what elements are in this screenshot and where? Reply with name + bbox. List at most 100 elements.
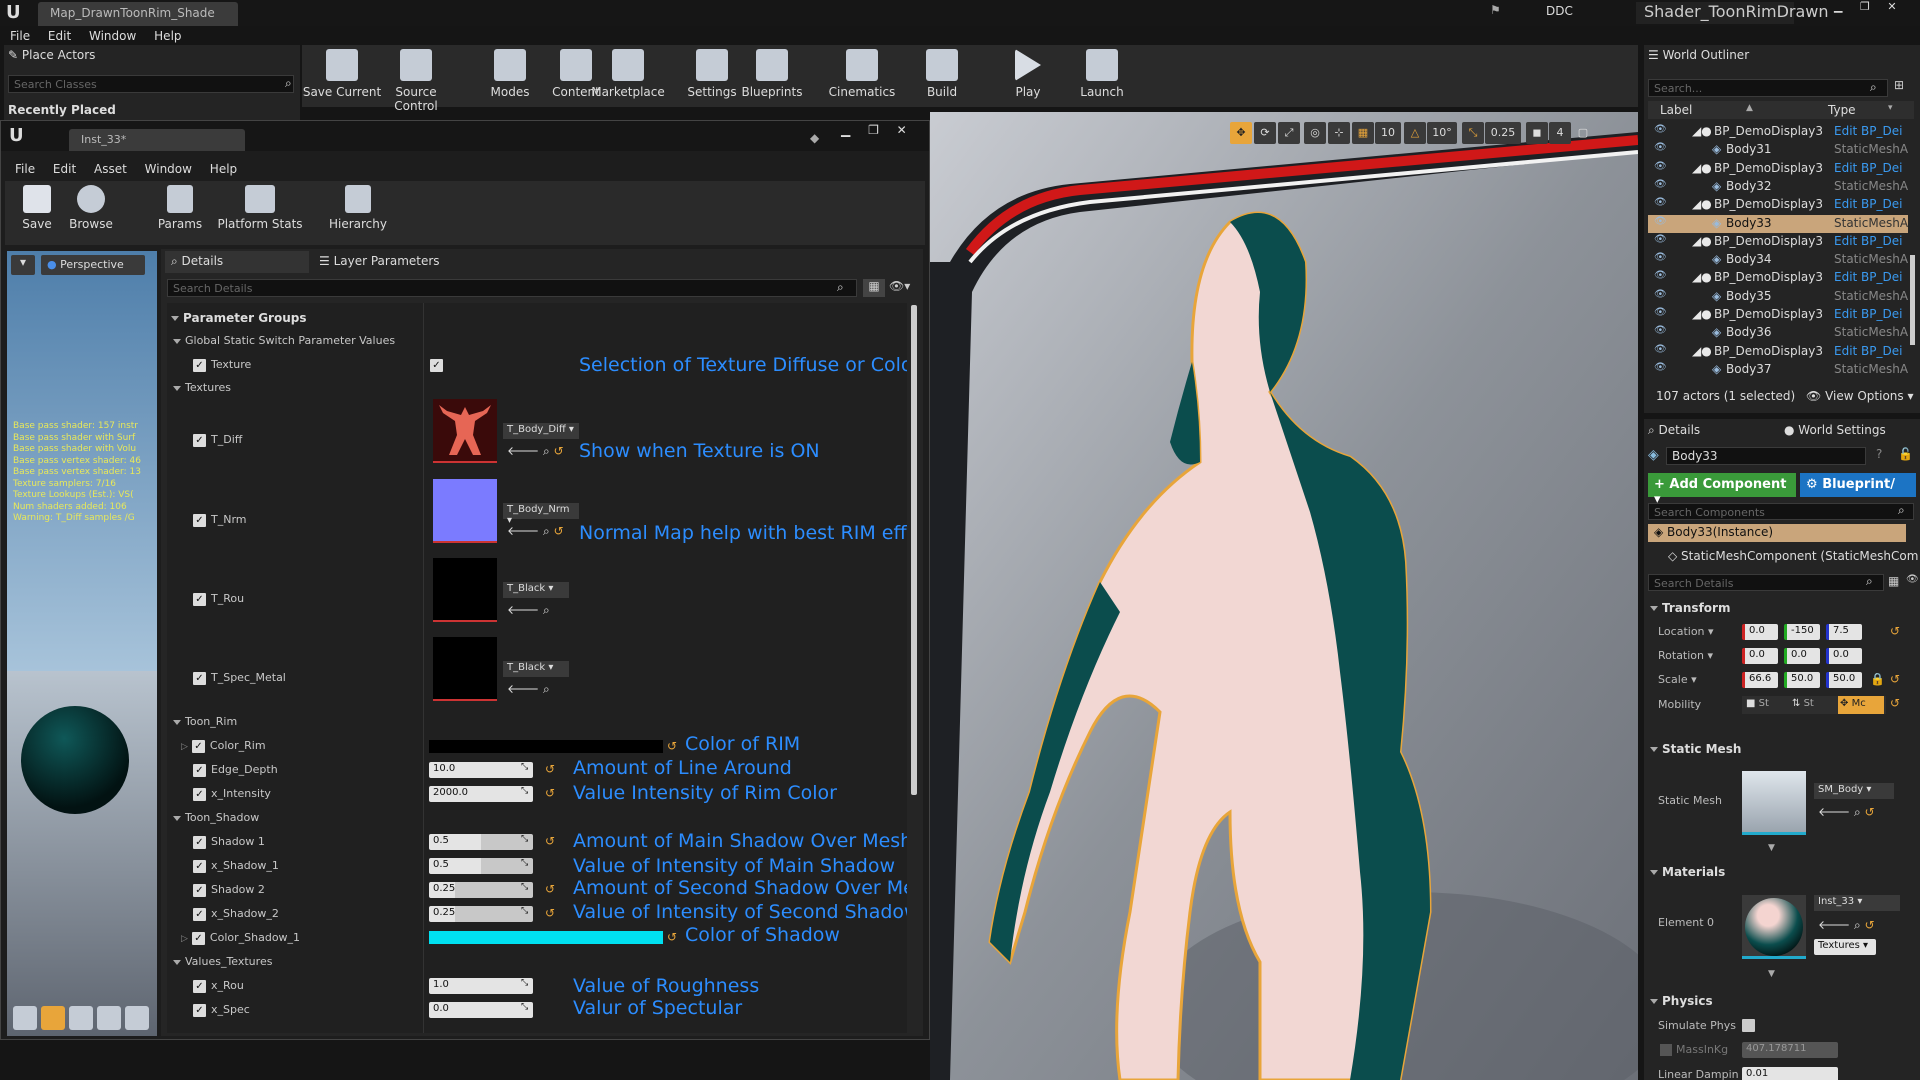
build-button[interactable]: Build	[902, 49, 982, 99]
outliner-row-blueprint[interactable]: 👁 ◢● BP_DemoDisplay3 Edit BP_Dei	[1648, 343, 1908, 361]
mi-asset-tab[interactable]: Inst_33*	[69, 129, 245, 151]
t-diff-asset-picker[interactable]: T_Body_Diff ▾	[503, 423, 579, 439]
visibility-eye-icon[interactable]: 👁	[1654, 344, 1667, 355]
x-rou-input[interactable]: 1.0	[429, 978, 533, 994]
source-control-button[interactable]: Source Control	[376, 49, 456, 113]
outliner-row-type[interactable]: Edit BP_Dei	[1834, 234, 1902, 248]
property-matrix-icon[interactable]: ▦	[863, 279, 885, 297]
x-shadow2-checkbox[interactable]: ✓	[193, 907, 206, 921]
outliner-row-mesh[interactable]: 👁 ◈ Body34 StaticMeshA	[1648, 251, 1908, 269]
mi-menu-asset[interactable]: Asset	[94, 162, 127, 176]
surface-snap-icon[interactable]: ⊹	[1328, 122, 1350, 144]
x-intensity-input[interactable]: 2000.0	[429, 786, 533, 802]
visibility-eye-icon[interactable]: 👁	[1654, 124, 1667, 135]
browse-asset-icon[interactable]: ⌕	[1854, 805, 1861, 819]
search-classes-input[interactable]: Search Classes	[8, 75, 294, 93]
drag-arrows-icon[interactable]: ⤡	[521, 786, 528, 796]
mi-menu-edit[interactable]: Edit	[53, 162, 76, 176]
menu-file[interactable]: File	[10, 29, 30, 43]
browse-asset-icon[interactable]: ⌕	[543, 444, 550, 458]
material-thumbnail[interactable]	[1742, 895, 1806, 959]
static-mesh-thumbnail[interactable]	[1742, 771, 1806, 835]
mobility-stationary[interactable]: ⇅ St	[1790, 696, 1834, 714]
texture-override-checkbox[interactable]: ✓	[193, 358, 206, 372]
visibility-eye-icon[interactable]: 👁	[1654, 270, 1667, 281]
rotation-x[interactable]: 0.0	[1742, 648, 1778, 664]
mi-params-button[interactable]: Params	[155, 185, 205, 231]
scale-snap[interactable]: 0.25	[1485, 122, 1521, 144]
x-intensity-checkbox[interactable]: ✓	[193, 787, 206, 801]
global-static-switch-group[interactable]: Global Static Switch Parameter Values	[173, 334, 395, 347]
cube-mesh-icon[interactable]	[97, 1006, 121, 1030]
play-button[interactable]: Play	[988, 49, 1068, 99]
grid-size[interactable]: 10	[1375, 122, 1401, 144]
outliner-row-blueprint[interactable]: 👁 ◢● BP_DemoDisplay3 Edit BP_Dei	[1648, 233, 1908, 251]
static-mesh-component-item[interactable]: ◇ StaticMeshComponent (StaticMeshCom	[1668, 549, 1918, 563]
world-icon[interactable]: ◎	[1304, 122, 1326, 144]
lock-icon[interactable]: 🔓	[1898, 447, 1913, 461]
shadow1-checkbox[interactable]: ✓	[193, 835, 206, 849]
translate-icon[interactable]: ✥	[1230, 122, 1252, 144]
visibility-eye-icon[interactable]: 👁	[1654, 325, 1667, 336]
drag-arrows-icon[interactable]: ⤡	[521, 858, 528, 868]
static-mesh-picker[interactable]: SM_Body ▾	[1814, 783, 1894, 799]
actor-name-input[interactable]: Body33	[1666, 447, 1866, 465]
use-selected-icon[interactable]: 🡐	[507, 682, 539, 696]
label-column-header[interactable]: Label	[1660, 103, 1692, 117]
drag-arrows-icon[interactable]: ⤡	[521, 834, 528, 844]
plane-mesh-icon[interactable]	[69, 1006, 93, 1030]
mass-override-checkbox[interactable]	[1660, 1044, 1672, 1056]
use-selected-icon[interactable]: 🡐	[507, 603, 539, 617]
color-shadow1-checkbox[interactable]: ✓	[191, 931, 205, 945]
minimize-icon[interactable]: ▁	[841, 123, 850, 137]
outliner-row-blueprint[interactable]: 👁 ◢● BP_DemoDisplay3 Edit BP_Dei	[1648, 160, 1908, 178]
reset-icon[interactable]: ↺	[545, 882, 555, 896]
ddc-indicator[interactable]: DDC	[1546, 4, 1573, 18]
menu-window[interactable]: Window	[89, 29, 136, 43]
mi-menu-help[interactable]: Help	[210, 162, 237, 176]
rotate-icon[interactable]: ⟳	[1254, 122, 1276, 144]
reset-icon[interactable]: ↺	[1890, 624, 1900, 638]
outliner-row-type[interactable]: Edit BP_Dei	[1834, 197, 1902, 211]
dropdown-arrow-icon[interactable]: ▾	[1888, 103, 1893, 113]
grid-snap-icon[interactable]: ▦	[1352, 122, 1374, 144]
t-rou-thumbnail[interactable]	[433, 558, 497, 622]
mi-platform-stats-button[interactable]: Platform Stats	[215, 185, 305, 231]
reset-icon[interactable]: ↺	[1865, 805, 1875, 819]
reset-icon[interactable]: ↺	[545, 906, 555, 920]
save-current-button[interactable]: Save Current	[302, 49, 382, 99]
mi-browse-button[interactable]: Browse	[65, 185, 117, 231]
scale-icon[interactable]: ⤢	[1278, 122, 1300, 144]
shadow2-slider[interactable]: 0.25	[429, 882, 533, 898]
visibility-eye-icon[interactable]: 👁	[1654, 234, 1667, 245]
rotation-y[interactable]: 0.0	[1784, 648, 1820, 664]
outliner-add-icon[interactable]: ⊞	[1894, 78, 1904, 92]
outliner-row-type[interactable]: Edit BP_Dei	[1834, 161, 1902, 175]
type-column-header[interactable]: Type	[1828, 103, 1856, 117]
preview-options-button[interactable]: ▾	[11, 255, 35, 275]
cinematics-button[interactable]: Cinematics	[822, 49, 902, 99]
visibility-eye-icon[interactable]: 👁	[1654, 179, 1667, 190]
t-spec-checkbox[interactable]: ✓	[193, 671, 206, 685]
minimize-icon[interactable]: ▁	[1834, 0, 1842, 13]
reset-icon[interactable]: ↺	[667, 930, 677, 944]
rotation-snap[interactable]: 10°	[1427, 122, 1457, 144]
mi-preview-viewport[interactable]: ▾ ● Perspective Base pass shader: 157 in…	[7, 251, 157, 1036]
blueprints-button[interactable]: Blueprints	[732, 49, 812, 99]
material-picker[interactable]: Inst_33 ▾	[1814, 895, 1900, 911]
reset-icon[interactable]: ↺	[1890, 696, 1900, 710]
drag-arrows-icon[interactable]: ⤡	[521, 882, 528, 892]
view-options-button[interactable]: 👁 View Options ▾	[1806, 389, 1914, 403]
rotation-label[interactable]: Rotation ▾	[1658, 649, 1713, 662]
x-shadow2-slider[interactable]: 0.25	[429, 906, 533, 922]
toon-shadow-group[interactable]: Toon_Shadow	[173, 811, 259, 824]
camera-speed-icon[interactable]: ◼	[1526, 122, 1548, 144]
static-mesh-section[interactable]: Static Mesh	[1650, 742, 1741, 756]
t-nrm-asset-picker[interactable]: T_Body_Nrm ▾	[503, 503, 579, 526]
level-viewport[interactable]: ✥ ⟳ ⤢ ◎ ⊹ ▦ 10 △ 10° ⤡ 0.25 ◼ 4 ▢	[930, 112, 1638, 1080]
scale-x[interactable]: 66.6	[1742, 672, 1778, 688]
t-rou-checkbox[interactable]: ✓	[193, 592, 206, 606]
sphere-mesh-icon[interactable]	[41, 1006, 65, 1030]
marketplace-button[interactable]: Marketplace	[588, 49, 668, 99]
reset-icon[interactable]: ↺	[667, 739, 677, 753]
